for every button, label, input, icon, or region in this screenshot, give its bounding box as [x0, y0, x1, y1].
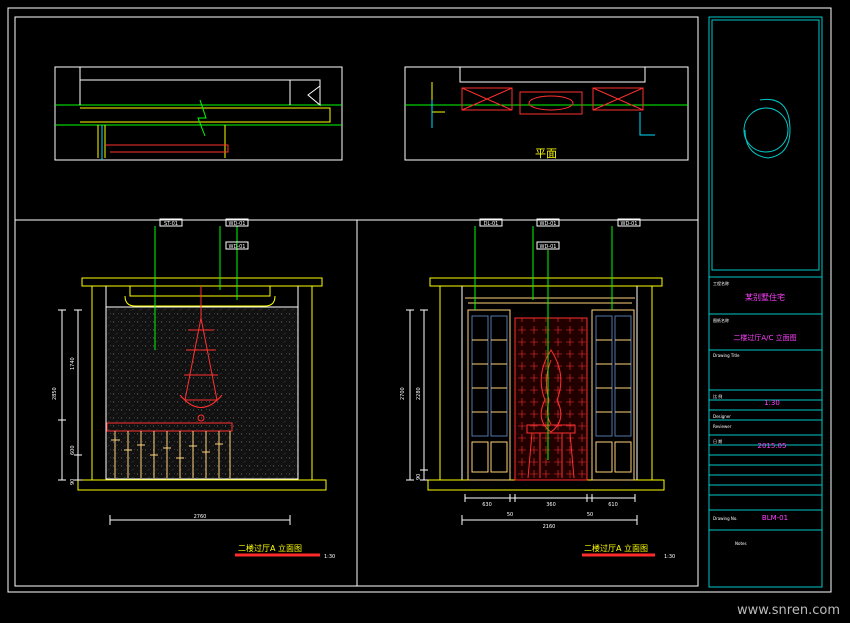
tb-scale: 1:30: [764, 399, 780, 407]
tb-date-label: 日 期: [713, 438, 722, 444]
tag-c-2: WD-01: [540, 221, 557, 227]
dim-a-height: 2850: [52, 387, 58, 400]
dim-c-seg-a: 630: [482, 502, 492, 508]
elevation-c-tags: DL-01 WD-01 WD-01 WD-01: [479, 218, 641, 250]
tb-drawing-sub: Drawing Title: [713, 353, 740, 358]
tb-project-name: 某别墅住宅: [745, 292, 785, 302]
dim-a-mid: 600: [70, 445, 76, 455]
dim-c-seg-e: 50: [587, 512, 593, 518]
tag-c-1: DL-01: [484, 221, 499, 227]
tb-number: BLM-01: [762, 514, 788, 522]
tb-number-label: Drawing No.: [713, 516, 738, 521]
tb-drawing-name: 二楼过厅A/C 立面图: [733, 333, 796, 342]
dim-c-top: 2280: [416, 387, 422, 400]
dim-c-width: 2160: [543, 524, 556, 530]
tb-drawing-label: 图纸名称: [713, 317, 729, 323]
cad-elevation-drawing: 平面 ST-01 WD-01 WD-01 2850 1740 600 90 27…: [7, 7, 840, 618]
tag-c-4: WD-01: [540, 244, 557, 250]
plan-label: 平面: [535, 147, 557, 160]
tb-designer-label: Designer: [713, 414, 731, 419]
tag-a-1: ST-01: [164, 221, 178, 227]
dim-c-seg-c: 610: [608, 502, 618, 508]
tag-a-2: WD-01: [229, 221, 246, 227]
elevation-a-scale: 1:30: [324, 554, 335, 560]
title-block: [708, 16, 823, 588]
tag-a-3: WD-01: [229, 244, 246, 250]
plan-view-left: [54, 66, 343, 161]
sheet-frame: [7, 7, 832, 593]
tb-notes-label: Notes: [735, 541, 747, 546]
tag-c-3: WD-01: [621, 221, 638, 227]
tb-date: 2015.05: [758, 442, 787, 450]
tb-reviewer-label: Reviewer: [713, 424, 732, 429]
elevation-a: [58, 226, 327, 557]
tb-project-label: 工程名称: [713, 280, 729, 286]
watermark: www.snren.com: [737, 603, 840, 618]
elevation-a-tags: ST-01 WD-01 WD-01: [159, 218, 249, 250]
dim-c-height: 2700: [400, 387, 406, 400]
dim-c-seg-b: 360: [546, 502, 556, 508]
elevation-c-scale: 1:30: [664, 554, 675, 560]
elevation-a-title: 二楼过厅A 立面图: [238, 543, 302, 553]
dim-c-seg-d: 50: [507, 512, 513, 518]
dim-a-top: 1740: [70, 357, 76, 370]
elevation-c: [406, 226, 665, 557]
tb-scale-label: 比 例: [713, 393, 722, 399]
dim-a-width: 2760: [194, 514, 207, 520]
dim-a-base: 90: [70, 479, 76, 485]
dim-c-base: 90: [416, 474, 422, 480]
elevation-c-title: 二楼过厅A 立面图: [584, 543, 648, 553]
